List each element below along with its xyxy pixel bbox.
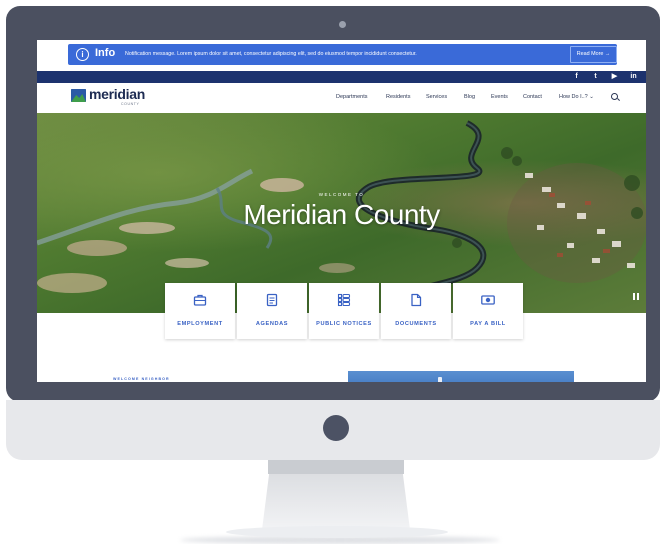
county-logo-icon[interactable] [71,89,86,102]
nav-how-do-i[interactable]: How Do I..? ⌄ [559,94,594,100]
pause-icon[interactable] [633,293,639,300]
camera-icon [339,21,346,28]
quick-links: EMPLOYMENT AGENDAS PUBLIC NOTICES DOCUME… [165,283,523,339]
notification-banner: i Info Notification message. Lorem ipsum… [68,44,617,65]
document-list-icon [266,293,278,307]
quick-link-label: PUBLIC NOTICES [316,321,372,327]
file-icon [411,293,422,307]
logo-wordmark[interactable]: meridian [89,86,145,102]
nav-contact[interactable]: Contact [523,94,542,100]
nav-events[interactable]: Events [491,94,508,100]
twitter-icon[interactable]: t [590,71,601,83]
monitor-stand-joint [268,460,404,474]
hero-eyebrow: WELCOME TO [318,192,365,197]
quick-link-label: DOCUMENTS [395,321,437,327]
monitor-base [226,526,448,538]
quick-link-label: EMPLOYMENT [177,321,223,327]
quick-link-label: PAY A BILL [470,321,506,327]
quick-link-employment[interactable]: EMPLOYMENT [165,283,235,339]
briefcase-icon [193,294,207,306]
notification-title: Info [95,47,116,59]
quick-link-pay-a-bill[interactable]: PAY A BILL [453,283,523,339]
site-header: meridian COUNTY Departments Residents Se… [37,83,646,113]
notification-message: Notification message. Lorem ipsum dolor … [125,51,417,57]
nav-services[interactable]: Services [426,94,447,100]
info-icon: i [76,48,89,61]
monitor-bezel: i Info Notification message. Lorem ipsum… [6,6,660,402]
youtube-icon[interactable]: ▶ [609,71,620,83]
quick-link-agendas[interactable]: AGENDAS [237,283,307,339]
quick-link-public-notices[interactable]: PUBLIC NOTICES [309,283,379,339]
section-photo [348,371,574,382]
quick-link-label: AGENDAS [255,321,289,327]
nav-how-do-i-label: How Do I..? [559,94,588,100]
browser-screen: i Info Notification message. Lorem ipsum… [37,40,646,382]
section-eyebrow: WELCOME NEIGHBOR [113,377,170,381]
facebook-icon[interactable]: f [571,71,582,83]
quick-link-documents[interactable]: DOCUMENTS [381,283,451,339]
hero-title: Meridian County [243,199,440,230]
chevron-down-icon: ⌄ [589,94,594,100]
social-bar: f t ▶ in [37,71,646,83]
nav-residents[interactable]: Residents [386,94,410,100]
logo-subtitle: COUNTY [121,102,140,106]
read-more-button[interactable]: Read More → [570,46,617,63]
nav-blog[interactable]: Blog [464,94,475,100]
list-icon [337,293,351,307]
dollar-bill-icon [481,295,495,305]
nav-departments[interactable]: Departments [336,94,368,100]
search-icon[interactable] [611,93,618,100]
power-button-icon [323,415,349,441]
linkedin-icon[interactable]: in [628,71,639,83]
